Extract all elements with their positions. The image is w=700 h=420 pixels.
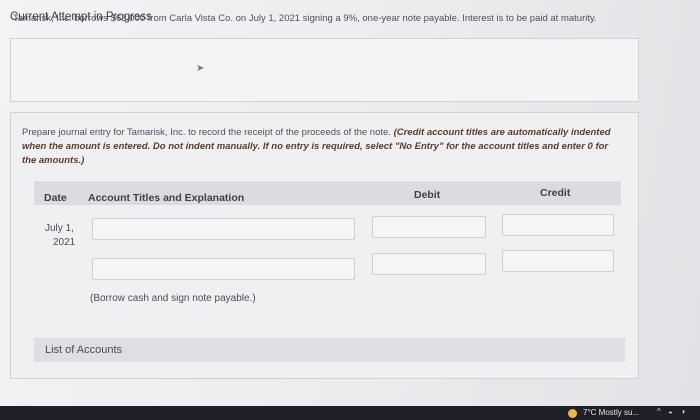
instructions-text: Prepare journal entry for Tamarisk, Inc.…	[22, 127, 394, 138]
network-icon[interactable]: ◒	[668, 407, 673, 416]
weather-sun-icon	[568, 409, 577, 418]
weather-status[interactable]: 7°C Mostly su...	[583, 408, 639, 417]
pointer-cursor-icon: ➤	[196, 63, 205, 74]
account-title-input-2[interactable]	[92, 258, 355, 280]
entry-date-month: July 1,	[45, 223, 74, 234]
instructions: Prepare journal entry for Tamarisk, Inc.…	[22, 126, 622, 168]
entry-explanation: (Borrow cash and sign note payable.)	[90, 293, 256, 304]
account-title-input-1[interactable]	[92, 218, 355, 240]
credit-column-header: Credit	[540, 187, 571, 199]
account-column-header: Account Titles and Explanation	[88, 192, 245, 204]
chevron-up-icon[interactable]: ^	[657, 407, 661, 416]
list-of-accounts-link[interactable]: List of Accounts	[45, 344, 122, 356]
problem-statement-box	[10, 38, 639, 102]
list-of-accounts-bar[interactable]	[34, 338, 625, 362]
entry-date-year: 2021	[53, 237, 76, 248]
debit-input-1[interactable]	[372, 216, 486, 238]
entry-date: July 1, 2021	[45, 222, 75, 250]
credit-input-2[interactable]	[502, 250, 614, 272]
volume-icon[interactable]: ◖	[681, 407, 686, 416]
credit-input-1[interactable]	[502, 214, 614, 236]
debit-input-2[interactable]	[372, 253, 486, 275]
page: Current Attempt in Progress Tamarisk, In…	[0, 0, 700, 420]
date-column-header: Date	[44, 192, 67, 204]
problem-statement: Tamarisk, Inc. borrows $63,000 from Carl…	[13, 13, 597, 24]
debit-column-header: Debit	[414, 189, 441, 201]
